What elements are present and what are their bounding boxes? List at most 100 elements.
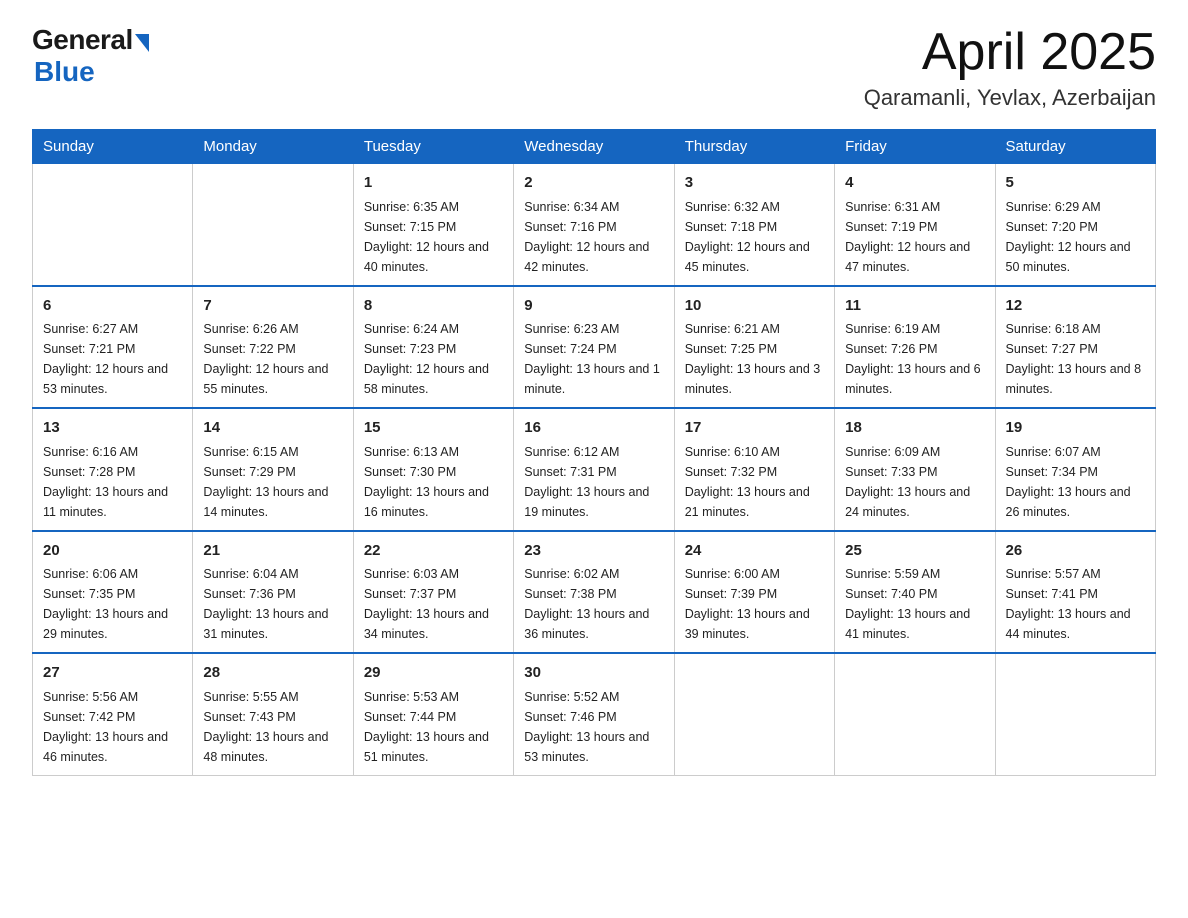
week-row-1: 1Sunrise: 6:35 AMSunset: 7:15 PMDaylight… [33, 164, 1156, 286]
calendar-cell: 2Sunrise: 6:34 AMSunset: 7:16 PMDaylight… [514, 164, 674, 286]
title-block: April 2025 Qaramanli, Yevlax, Azerbaijan [864, 24, 1156, 111]
day-number: 27 [43, 662, 182, 685]
day-number: 20 [43, 540, 182, 563]
calendar-cell: 13Sunrise: 6:16 AMSunset: 7:28 PMDayligh… [33, 408, 193, 531]
day-number: 5 [1006, 172, 1145, 195]
calendar-cell: 26Sunrise: 5:57 AMSunset: 7:41 PMDayligh… [995, 531, 1155, 654]
week-row-3: 13Sunrise: 6:16 AMSunset: 7:28 PMDayligh… [33, 408, 1156, 531]
day-info: Sunrise: 5:56 AMSunset: 7:42 PMDaylight:… [43, 687, 182, 767]
month-title: April 2025 [864, 24, 1156, 81]
day-info: Sunrise: 5:52 AMSunset: 7:46 PMDaylight:… [524, 687, 663, 767]
calendar-cell [193, 164, 353, 286]
calendar-cell: 20Sunrise: 6:06 AMSunset: 7:35 PMDayligh… [33, 531, 193, 654]
day-number: 29 [364, 662, 503, 685]
day-info: Sunrise: 6:04 AMSunset: 7:36 PMDaylight:… [203, 564, 342, 644]
weekday-header-saturday: Saturday [995, 130, 1155, 164]
day-number: 9 [524, 295, 663, 318]
location-title: Qaramanli, Yevlax, Azerbaijan [864, 85, 1156, 111]
calendar-cell: 8Sunrise: 6:24 AMSunset: 7:23 PMDaylight… [353, 286, 513, 409]
weekday-header-wednesday: Wednesday [514, 130, 674, 164]
calendar-cell: 25Sunrise: 5:59 AMSunset: 7:40 PMDayligh… [835, 531, 995, 654]
day-info: Sunrise: 6:00 AMSunset: 7:39 PMDaylight:… [685, 564, 824, 644]
day-info: Sunrise: 5:55 AMSunset: 7:43 PMDaylight:… [203, 687, 342, 767]
day-number: 11 [845, 295, 984, 318]
day-info: Sunrise: 5:59 AMSunset: 7:40 PMDaylight:… [845, 564, 984, 644]
day-info: Sunrise: 6:15 AMSunset: 7:29 PMDaylight:… [203, 442, 342, 522]
day-number: 19 [1006, 417, 1145, 440]
calendar-cell [674, 653, 834, 775]
day-number: 26 [1006, 540, 1145, 563]
day-number: 10 [685, 295, 824, 318]
day-number: 17 [685, 417, 824, 440]
calendar-cell: 19Sunrise: 6:07 AMSunset: 7:34 PMDayligh… [995, 408, 1155, 531]
weekday-header-thursday: Thursday [674, 130, 834, 164]
calendar-cell: 10Sunrise: 6:21 AMSunset: 7:25 PMDayligh… [674, 286, 834, 409]
calendar-cell: 27Sunrise: 5:56 AMSunset: 7:42 PMDayligh… [33, 653, 193, 775]
week-row-2: 6Sunrise: 6:27 AMSunset: 7:21 PMDaylight… [33, 286, 1156, 409]
day-info: Sunrise: 5:53 AMSunset: 7:44 PMDaylight:… [364, 687, 503, 767]
day-number: 12 [1006, 295, 1145, 318]
calendar-cell: 21Sunrise: 6:04 AMSunset: 7:36 PMDayligh… [193, 531, 353, 654]
calendar-cell: 23Sunrise: 6:02 AMSunset: 7:38 PMDayligh… [514, 531, 674, 654]
day-info: Sunrise: 6:09 AMSunset: 7:33 PMDaylight:… [845, 442, 984, 522]
day-number: 24 [685, 540, 824, 563]
day-info: Sunrise: 6:19 AMSunset: 7:26 PMDaylight:… [845, 319, 984, 399]
day-number: 22 [364, 540, 503, 563]
calendar-cell: 6Sunrise: 6:27 AMSunset: 7:21 PMDaylight… [33, 286, 193, 409]
day-info: Sunrise: 6:32 AMSunset: 7:18 PMDaylight:… [685, 197, 824, 277]
day-number: 1 [364, 172, 503, 195]
weekday-header-tuesday: Tuesday [353, 130, 513, 164]
day-number: 23 [524, 540, 663, 563]
day-info: Sunrise: 6:35 AMSunset: 7:15 PMDaylight:… [364, 197, 503, 277]
calendar-cell: 17Sunrise: 6:10 AMSunset: 7:32 PMDayligh… [674, 408, 834, 531]
calendar-cell: 18Sunrise: 6:09 AMSunset: 7:33 PMDayligh… [835, 408, 995, 531]
day-info: Sunrise: 6:16 AMSunset: 7:28 PMDaylight:… [43, 442, 182, 522]
day-number: 28 [203, 662, 342, 685]
day-number: 14 [203, 417, 342, 440]
day-number: 15 [364, 417, 503, 440]
day-number: 21 [203, 540, 342, 563]
calendar-cell: 29Sunrise: 5:53 AMSunset: 7:44 PMDayligh… [353, 653, 513, 775]
day-info: Sunrise: 6:24 AMSunset: 7:23 PMDaylight:… [364, 319, 503, 399]
calendar-cell: 24Sunrise: 6:00 AMSunset: 7:39 PMDayligh… [674, 531, 834, 654]
day-number: 2 [524, 172, 663, 195]
calendar-cell: 30Sunrise: 5:52 AMSunset: 7:46 PMDayligh… [514, 653, 674, 775]
calendar-cell: 7Sunrise: 6:26 AMSunset: 7:22 PMDaylight… [193, 286, 353, 409]
day-info: Sunrise: 6:07 AMSunset: 7:34 PMDaylight:… [1006, 442, 1145, 522]
day-info: Sunrise: 6:29 AMSunset: 7:20 PMDaylight:… [1006, 197, 1145, 277]
weekday-header-sunday: Sunday [33, 130, 193, 164]
day-info: Sunrise: 6:21 AMSunset: 7:25 PMDaylight:… [685, 319, 824, 399]
day-number: 8 [364, 295, 503, 318]
logo-blue-text: Blue [34, 56, 95, 88]
calendar-cell: 4Sunrise: 6:31 AMSunset: 7:19 PMDaylight… [835, 164, 995, 286]
weekday-header-friday: Friday [835, 130, 995, 164]
calendar-table: SundayMondayTuesdayWednesdayThursdayFrid… [32, 129, 1156, 776]
week-row-4: 20Sunrise: 6:06 AMSunset: 7:35 PMDayligh… [33, 531, 1156, 654]
day-info: Sunrise: 5:57 AMSunset: 7:41 PMDaylight:… [1006, 564, 1145, 644]
calendar-cell: 9Sunrise: 6:23 AMSunset: 7:24 PMDaylight… [514, 286, 674, 409]
day-info: Sunrise: 6:18 AMSunset: 7:27 PMDaylight:… [1006, 319, 1145, 399]
calendar-cell: 11Sunrise: 6:19 AMSunset: 7:26 PMDayligh… [835, 286, 995, 409]
day-number: 7 [203, 295, 342, 318]
logo: General Blue [32, 24, 149, 88]
calendar-cell: 3Sunrise: 6:32 AMSunset: 7:18 PMDaylight… [674, 164, 834, 286]
calendar-cell: 14Sunrise: 6:15 AMSunset: 7:29 PMDayligh… [193, 408, 353, 531]
day-info: Sunrise: 6:12 AMSunset: 7:31 PMDaylight:… [524, 442, 663, 522]
day-number: 3 [685, 172, 824, 195]
logo-arrow-icon [135, 34, 149, 52]
calendar-cell: 28Sunrise: 5:55 AMSunset: 7:43 PMDayligh… [193, 653, 353, 775]
day-info: Sunrise: 6:34 AMSunset: 7:16 PMDaylight:… [524, 197, 663, 277]
day-info: Sunrise: 6:23 AMSunset: 7:24 PMDaylight:… [524, 319, 663, 399]
day-number: 6 [43, 295, 182, 318]
day-info: Sunrise: 6:31 AMSunset: 7:19 PMDaylight:… [845, 197, 984, 277]
calendar-cell [995, 653, 1155, 775]
day-info: Sunrise: 6:03 AMSunset: 7:37 PMDaylight:… [364, 564, 503, 644]
logo-general-text: General [32, 24, 133, 56]
day-number: 16 [524, 417, 663, 440]
calendar-cell [33, 164, 193, 286]
weekday-header-row: SundayMondayTuesdayWednesdayThursdayFrid… [33, 130, 1156, 164]
calendar-cell [835, 653, 995, 775]
day-number: 25 [845, 540, 984, 563]
day-info: Sunrise: 6:26 AMSunset: 7:22 PMDaylight:… [203, 319, 342, 399]
day-number: 4 [845, 172, 984, 195]
